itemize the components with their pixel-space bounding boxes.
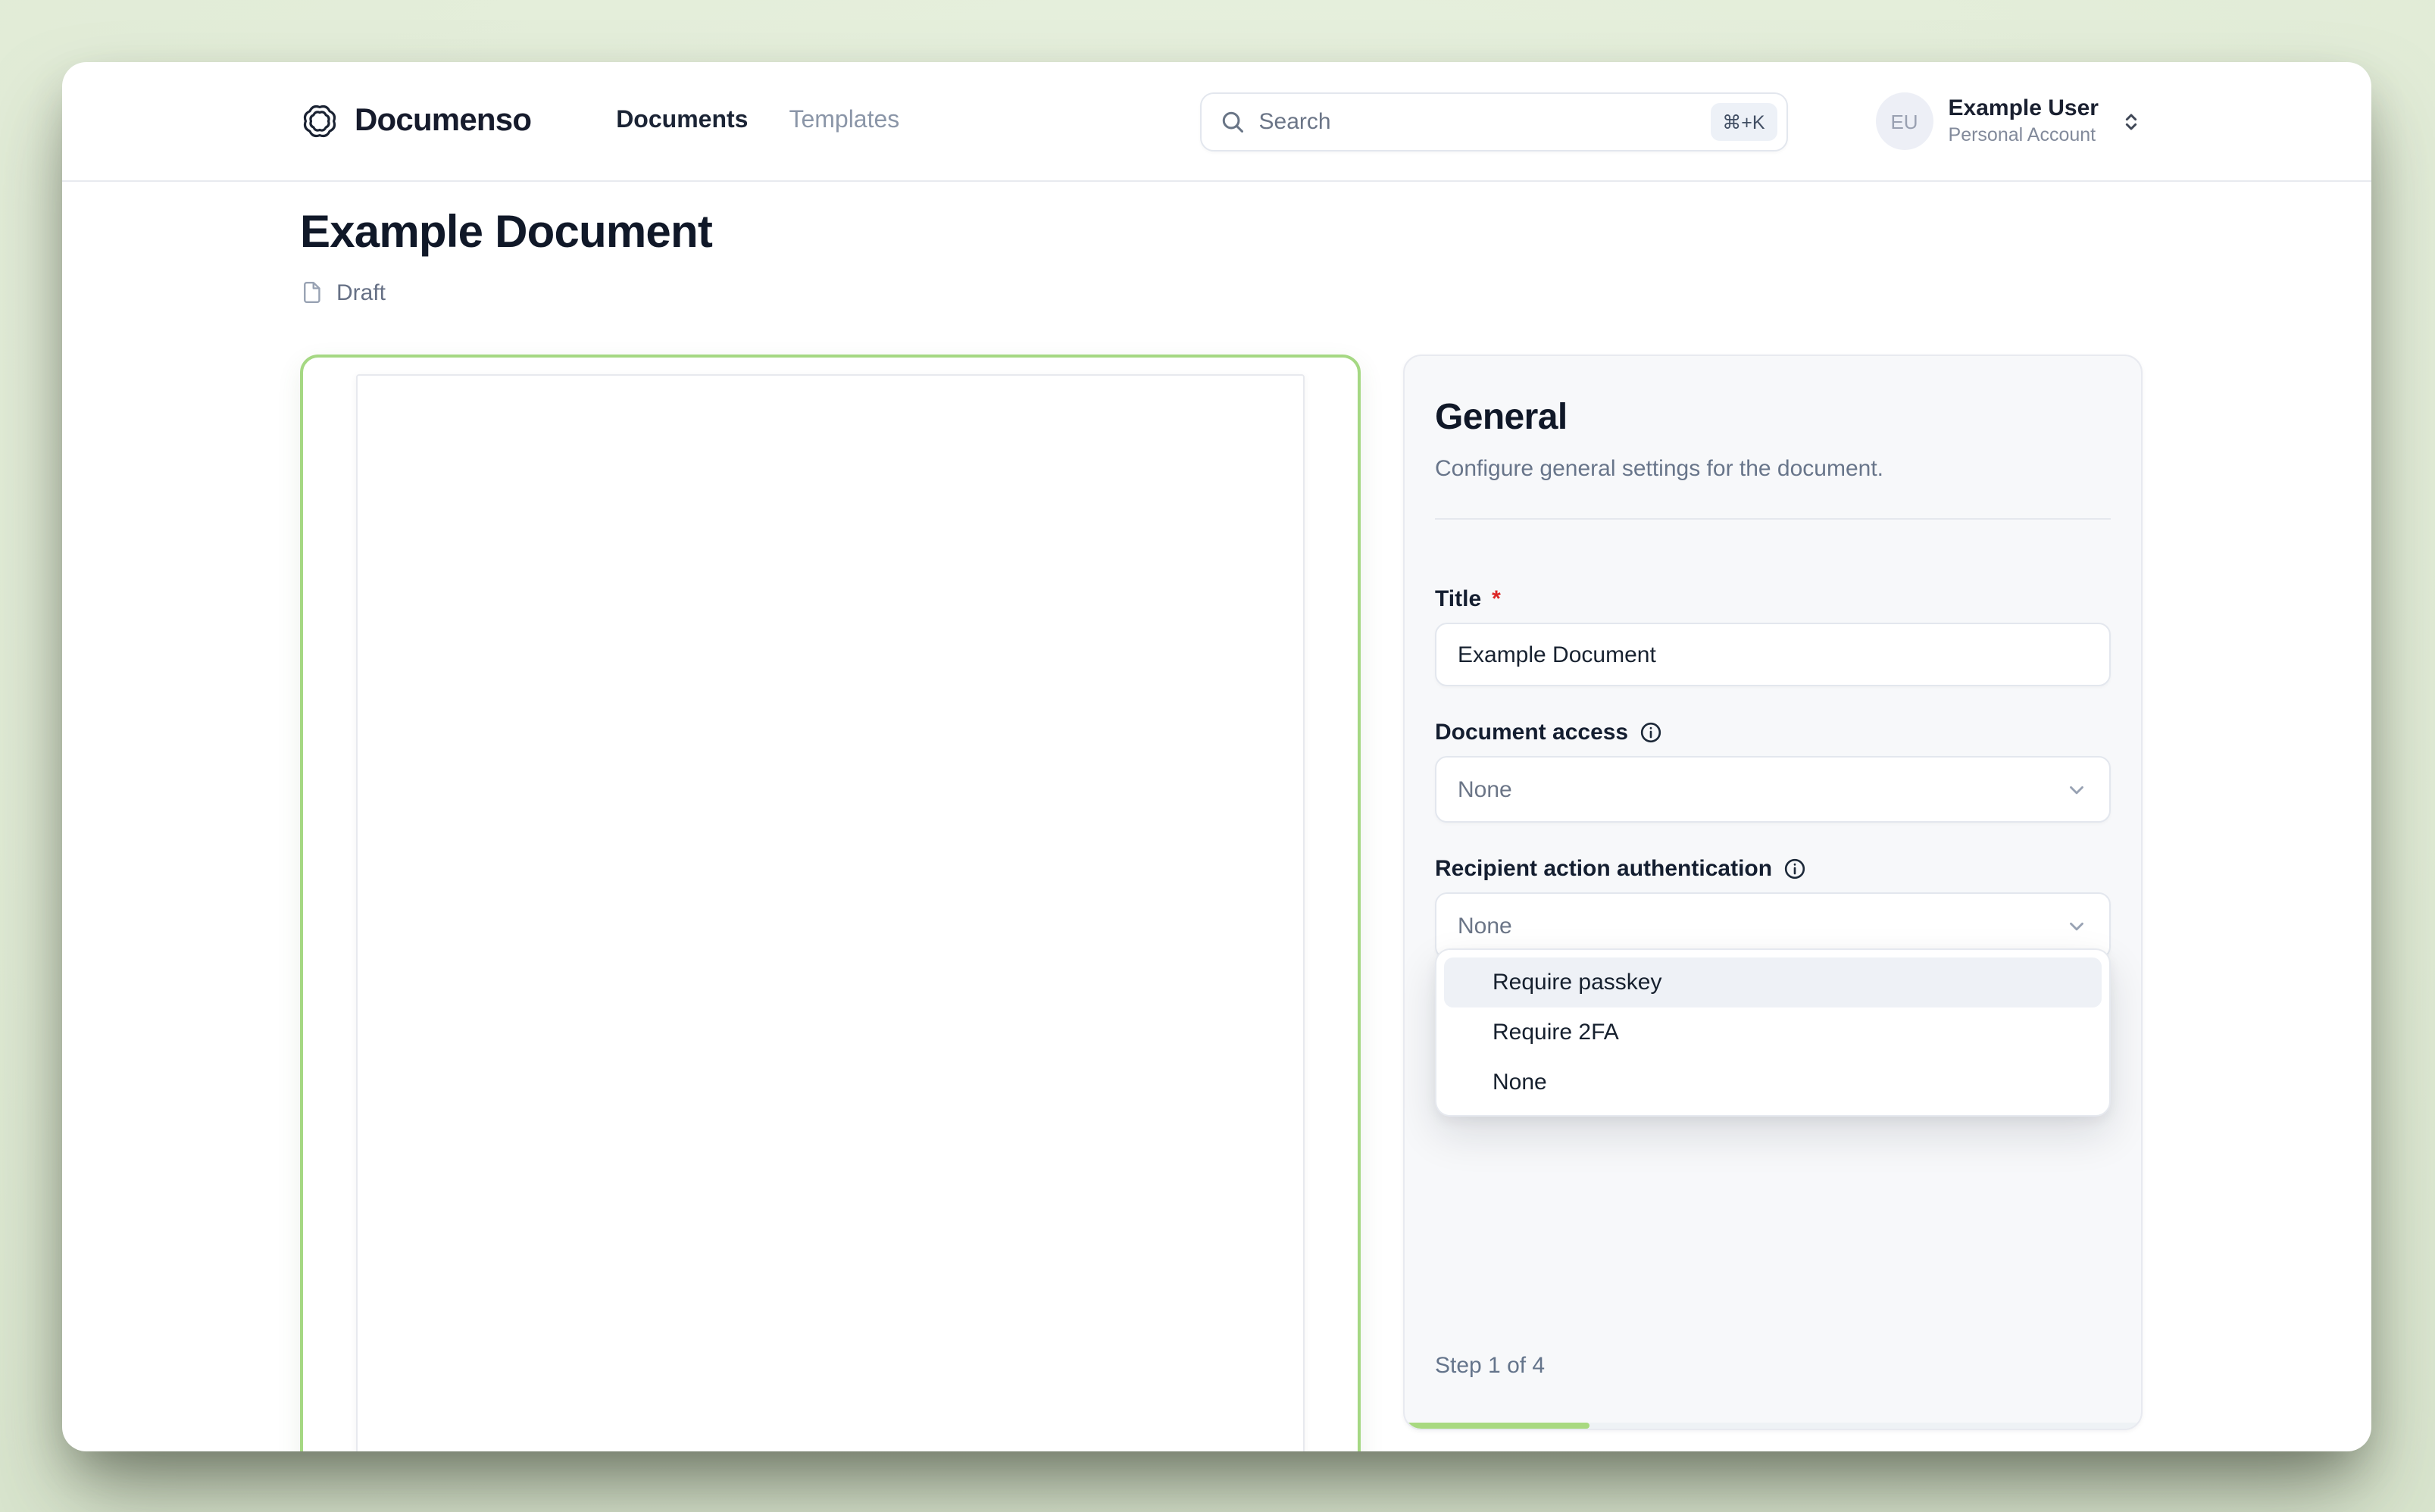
pdf-page [356,374,1305,1451]
avatar: EU [1875,92,1933,150]
user-name: Example User [1948,95,2099,121]
brand[interactable]: Documenso [300,102,532,141]
user-meta: Example User Personal Account [1949,95,2099,148]
title-label-text: Title [1435,586,1482,612]
nav-link-documents[interactable]: Documents [616,108,748,135]
document-access-select[interactable]: None [1435,756,2111,823]
info-icon [1783,858,1805,879]
recipient-auth-value: None [1458,913,1512,939]
panel-subheading: Configure general settings for the docum… [1435,456,1884,482]
option-none[interactable]: None [1444,1057,2102,1107]
step-indicator: Step 1 of 4 [1435,1353,1546,1379]
main-content: Example Document Draft General Configure… [62,182,2371,1451]
document-preview-card [300,355,1361,1451]
chevron-down-icon [2070,785,2083,794]
nav-link-templates[interactable]: Templates [789,108,899,135]
main-nav: Documents Templates [616,108,899,135]
option-require-2fa[interactable]: Require 2FA [1444,1007,2102,1057]
document-access-label-text: Document access [1435,720,1629,745]
document-access-label: Document access [1435,720,2111,745]
document-access-value: None [1458,776,1512,802]
chevrons-up-down-icon [2120,110,2143,133]
recipient-auth-label: Recipient action authentication [1435,856,2111,882]
recipient-auth-dropdown: Require passkey Require 2FA None [1435,948,2111,1117]
title-field-label: Title * [1435,586,2111,612]
desktop-background: Documenso Documents Templates ⌘+K EU Exa… [0,0,2435,1512]
app-header: Documenso Documents Templates ⌘+K EU Exa… [62,62,2371,182]
search-shortcut-badge: ⌘+K [1710,102,1777,140]
content-row: General Configure general settings for t… [300,355,2143,1451]
info-icon [1639,722,1661,743]
user-account-type: Personal Account [1948,123,2096,145]
general-settings-panel: General Configure general settings for t… [1403,355,2143,1430]
option-require-passkey[interactable]: Require passkey [1444,957,2102,1007]
browser-window: Documenso Documents Templates ⌘+K EU Exa… [62,62,2371,1451]
search-bar[interactable]: ⌘+K [1199,92,1788,151]
search-icon [1222,111,1243,132]
step-progress-fill [1405,1423,1589,1429]
documenso-logo-icon [300,102,339,141]
step-progress-track [1405,1423,2141,1429]
brand-name: Documenso [355,103,532,138]
status-badge: Draft [336,280,386,305]
search-input[interactable] [1201,108,1786,134]
title-input[interactable] [1435,623,2111,686]
required-marker: * [1492,586,1501,612]
divider [1435,518,2111,520]
file-icon [304,282,320,303]
user-menu[interactable]: EU Example User Personal Account [1875,92,2143,150]
recipient-auth-label-text: Recipient action authentication [1435,856,1773,882]
page-title: Example Document [300,208,713,258]
document-status: Draft [300,276,2143,309]
chevron-down-icon [2070,921,2083,930]
panel-heading: General [1435,397,1568,438]
